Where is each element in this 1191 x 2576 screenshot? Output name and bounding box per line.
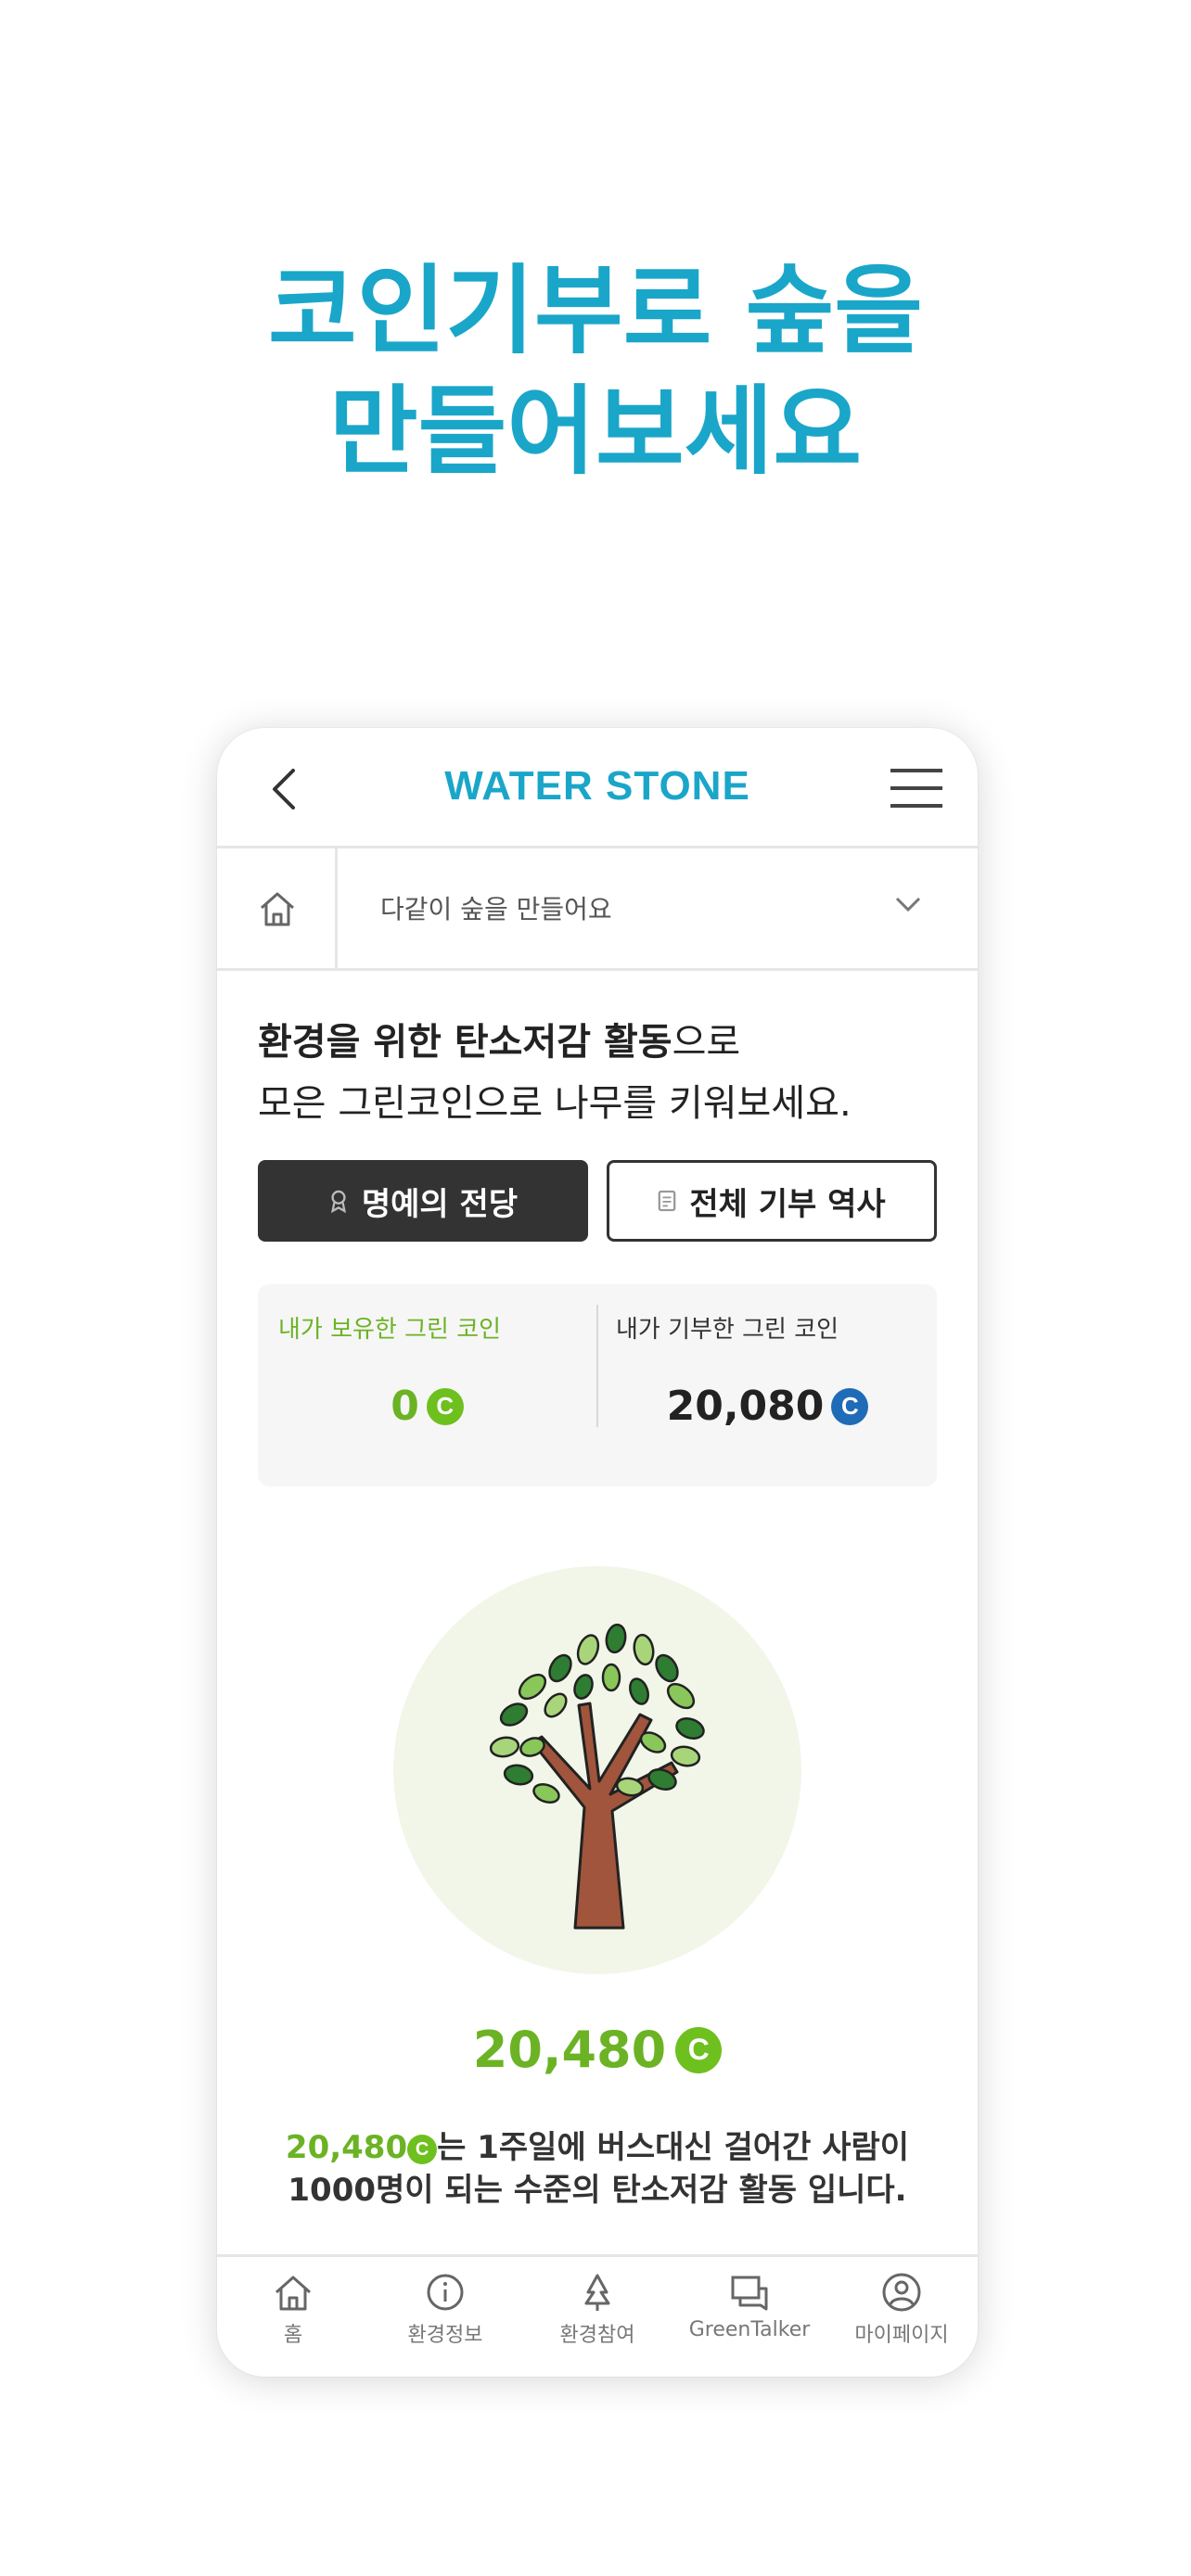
breadcrumb-current[interactable]: 다같이 숲을 만들어요: [380, 889, 612, 926]
impact-count: 1000명: [288, 2172, 405, 2209]
chevron-down-icon[interactable]: [894, 895, 922, 913]
intro-rest: 으로: [672, 1021, 741, 1064]
held-coins-value: 0 C: [258, 1383, 596, 1430]
hall-of-fame-label: 명예의 전당: [361, 1185, 519, 1223]
impact-description: 20,480 C 는 1주일에 버스대신 걸어간 사람이 1000명이 되는 수준의…: [217, 2126, 978, 2212]
promo-headline: 코인기부로 숲을 만들어보세요: [0, 250, 1191, 491]
user-icon: [882, 2273, 921, 2312]
green-coin-icon: C: [407, 2134, 438, 2164]
forest-total-amount: 20,480: [472, 2021, 667, 2079]
held-coins-amount: 0: [391, 1383, 419, 1430]
donation-history-button[interactable]: 전체 기부 역사: [607, 1160, 937, 1242]
document-icon: [658, 1190, 676, 1212]
impact-text-2: 이 되는 수준의 탄소저감 활동 입니다.: [404, 2172, 907, 2209]
tab-home-label: 홈: [283, 2324, 303, 2347]
chat-icon: [731, 2276, 768, 2311]
tab-environment-info[interactable]: 환경정보: [369, 2270, 521, 2348]
intro-line-2: 모은 그린코인으로 나무를 키워보세요.: [258, 1082, 852, 1125]
tab-greentalker[interactable]: GreenTalker: [673, 2270, 826, 2341]
tab-environment-info-label: 환경정보: [407, 2324, 483, 2347]
tree-icon-large: [489, 1623, 705, 1930]
phone-screen: WATER STONE 다같이 숲을 만들어요 환경을 위한 탄소저감 활동으로…: [217, 728, 978, 2377]
tab-environment-participation[interactable]: 환경참여: [521, 2270, 673, 2348]
brand-logo: WATER STONE: [444, 763, 750, 809]
coin-summary-card: 내가 보유한 그린 코인 내가 기부한 그린 코인 0 C 20,080 C: [258, 1284, 937, 1486]
donated-coins-amount: 20,080: [666, 1383, 825, 1430]
donated-coins-label: 내가 기부한 그린 코인: [616, 1316, 839, 1344]
forest-total: 20,480 C: [217, 2021, 978, 2079]
home-icon: [275, 2276, 311, 2311]
tree-icon: [584, 2274, 610, 2311]
tree-illustration: [393, 1566, 801, 1974]
breadcrumb-home-button[interactable]: [217, 848, 338, 968]
hamburger-menu-icon[interactable]: [889, 765, 944, 811]
home-icon: [261, 892, 294, 926]
green-coin-icon: C: [675, 2026, 723, 2073]
headline-line-2: 만들어보세요: [328, 375, 863, 488]
tab-home[interactable]: 홈: [217, 2270, 369, 2348]
hall-of-fame-button[interactable]: 명예의 전당: [258, 1160, 588, 1242]
tab-greentalker-label: GreenTalker: [688, 2318, 811, 2341]
tab-environment-participation-label: 환경참여: [559, 2324, 635, 2347]
intro-bold: 환경을 위한 탄소저감 활동: [258, 1021, 672, 1064]
headline-line-1: 코인기부로 숲을: [268, 254, 923, 367]
impact-amount: 20,480: [285, 2129, 408, 2166]
impact-text-1: 는 1주일에 버스대신 걸어간 사람이: [437, 2129, 910, 2166]
tab-mypage[interactable]: 마이페이지: [826, 2270, 978, 2348]
info-icon: [427, 2274, 464, 2311]
intro-text: 환경을 위한 탄소저감 활동으로 모은 그린코인으로 나무를 키워보세요.: [258, 1012, 852, 1134]
tab-mypage-label: 마이페이지: [854, 2324, 949, 2347]
bottom-tab-bar: 홈 환경정보 환경참여 GreenTalker 마이페이지: [217, 2254, 978, 2377]
donated-coins-value: 20,080 C: [598, 1383, 937, 1430]
donation-history-label: 전체 기부 역사: [689, 1185, 886, 1223]
medal-icon: [330, 1190, 346, 1213]
blue-coin-icon: C: [831, 1387, 869, 1425]
green-coin-icon: C: [426, 1387, 464, 1425]
held-coins-label: 내가 보유한 그린 코인: [278, 1316, 502, 1344]
app-bar: WATER STONE: [217, 728, 978, 848]
breadcrumb-row: 다같이 숲을 만들어요: [217, 848, 978, 971]
